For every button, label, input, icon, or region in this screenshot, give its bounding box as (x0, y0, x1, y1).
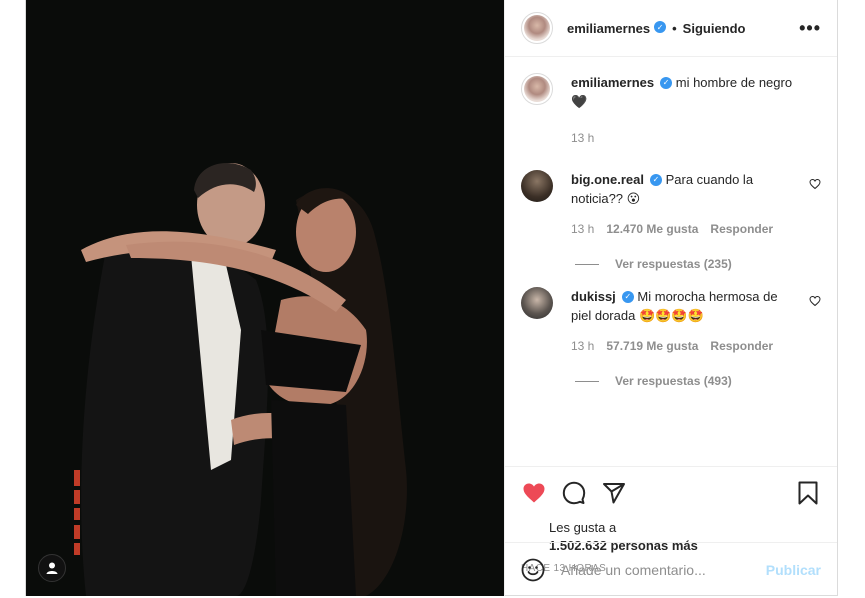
caption-time[interactable]: 13 h (571, 129, 594, 148)
caption-meta: 13 h (571, 129, 799, 148)
verified-icon: ✓ (649, 173, 662, 186)
commenter-username[interactable]: big.one.real (571, 172, 644, 187)
view-replies-button[interactable]: Ver respuestas (493) (575, 374, 821, 388)
share-icon[interactable] (601, 480, 627, 506)
verified-icon: ✓ (654, 21, 667, 33)
comment-composer: Añade un comentario... Publicar (505, 542, 837, 596)
caption-text: mi hombre de negro (675, 75, 793, 90)
verified-icon: ✓ (621, 290, 634, 303)
comment-item: big.one.real ✓ Para cuando la noticia?? 😮… (521, 170, 821, 239)
reply-button[interactable]: Responder (710, 220, 773, 239)
comment-body: dukissj ✓ Mi morocha hermosa de piel dora… (571, 287, 821, 356)
comment-item: dukissj ✓ Mi morocha hermosa de piel dora… (521, 287, 821, 356)
comment-likes[interactable]: 57.719 Me gusta (606, 337, 698, 356)
author-avatar[interactable] (521, 12, 553, 44)
like-comment-heart-icon[interactable] (809, 295, 821, 307)
comment-time[interactable]: 13 h (571, 220, 594, 239)
bookmark-icon[interactable] (795, 480, 821, 506)
comment-meta: 13 h 12.470 Me gusta Responder (571, 220, 799, 239)
caption-emoji: 🖤 (571, 94, 588, 109)
caption-body: emiliamernes ✓ mi hombre de negro 🖤 13 h (571, 73, 821, 148)
emoji-icon[interactable] (521, 558, 545, 582)
caption-avatar[interactable] (521, 73, 553, 105)
reply-button[interactable]: Responder (710, 337, 773, 356)
replies-line (575, 380, 599, 382)
post-sidebar: emiliamernes ✓ • Siguiendo ••• emiliamer… (504, 0, 837, 596)
view-replies-label[interactable]: Ver respuestas (493) (615, 374, 732, 388)
comment-time[interactable]: 13 h (571, 337, 594, 356)
person-icon (46, 562, 58, 574)
photo-image (26, 0, 504, 596)
author-username[interactable]: emiliamernes (567, 21, 650, 36)
post-card: emiliamernes ✓ • Siguiendo ••• emiliamer… (25, 0, 838, 596)
user-tag-button[interactable] (38, 554, 66, 582)
commenter-avatar[interactable] (521, 287, 553, 319)
more-options-icon[interactable]: ••• (799, 18, 821, 39)
commenter-username[interactable]: dukissj (571, 289, 616, 304)
comment-input[interactable]: Añade un comentario... (561, 562, 766, 578)
like-comment-heart-icon[interactable] (809, 178, 821, 190)
view-replies-button[interactable]: Ver respuestas (235) (575, 257, 821, 271)
heart-icon[interactable] (521, 480, 547, 506)
comment-meta: 13 h 57.719 Me gusta Responder (571, 337, 799, 356)
separator-dot: • (672, 20, 677, 36)
replies-line (575, 263, 599, 265)
likes-prefix: Les gusta a (549, 520, 617, 535)
post-header: emiliamernes ✓ • Siguiendo ••• (505, 0, 837, 57)
caption: emiliamernes ✓ mi hombre de negro 🖤 13 h (521, 73, 821, 148)
caption-username[interactable]: emiliamernes (571, 75, 654, 90)
action-icons (521, 467, 821, 519)
post-photo[interactable] (26, 0, 504, 596)
view-replies-label[interactable]: Ver respuestas (235) (615, 257, 732, 271)
comment-body: big.one.real ✓ Para cuando la noticia?? 😮… (571, 170, 821, 239)
publish-button[interactable]: Publicar (766, 562, 821, 578)
follow-status-button[interactable]: Siguiendo (683, 21, 746, 36)
comments-list: emiliamernes ✓ mi hombre de negro 🖤 13 h … (505, 57, 837, 466)
commenter-avatar[interactable] (521, 170, 553, 202)
comment-icon[interactable] (561, 480, 587, 506)
verified-icon: ✓ (660, 76, 673, 89)
comment-likes[interactable]: 12.470 Me gusta (606, 220, 698, 239)
